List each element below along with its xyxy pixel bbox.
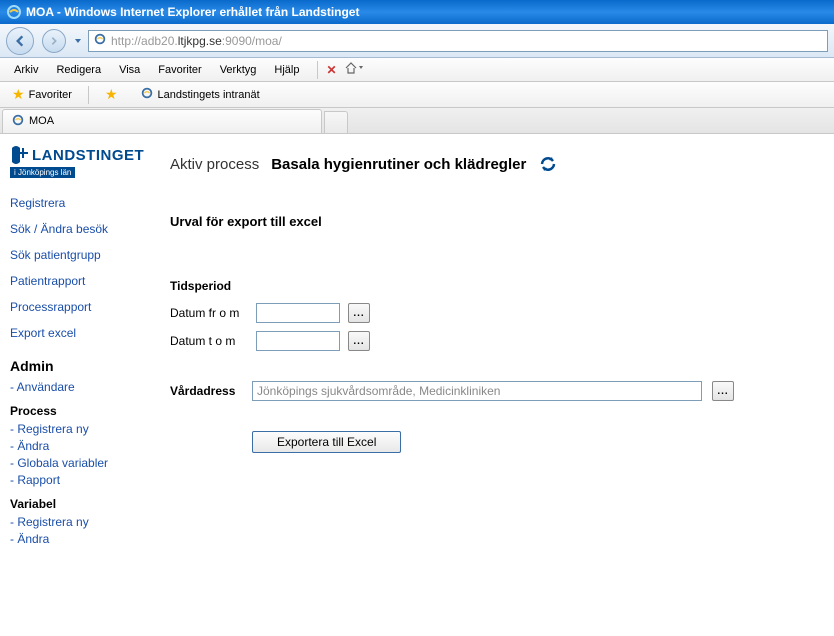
menu-arkiv[interactable]: Arkiv: [6, 61, 46, 79]
menu-hjalp[interactable]: Hjälp: [266, 61, 307, 79]
datum-from-picker[interactable]: ...: [348, 303, 370, 323]
sidebar-process-andra[interactable]: - Ändra: [10, 439, 150, 453]
tab-moa[interactable]: MOA: [2, 109, 322, 133]
ie-page-icon: [140, 86, 154, 103]
variabel-section-title: Variabel: [10, 497, 150, 511]
ie-page-icon: [11, 113, 25, 130]
vardadress-input[interactable]: [252, 381, 702, 401]
sidebar-registrera[interactable]: Registrera: [10, 196, 150, 210]
datum-tom-picker[interactable]: ...: [348, 331, 370, 351]
logo-subtext: i Jönköpings län: [10, 167, 75, 178]
close-toolbar-icon[interactable]: ✕: [326, 63, 336, 77]
process-name: Basala hygienrutiner och klädregler: [271, 156, 526, 173]
favorites-bar: ★ Favoriter ★ Landstingets intranät: [0, 82, 834, 108]
refresh-icon[interactable]: [538, 154, 558, 174]
section-heading: Urval för export till excel: [170, 214, 824, 229]
sidebar-process-registrera[interactable]: - Registrera ny: [10, 422, 150, 436]
menu-visa[interactable]: Visa: [111, 61, 148, 79]
main-area: Aktiv process Basala hygienrutiner och k…: [170, 144, 824, 549]
address-text: http://adb20.ltjkpg.se:9090/moa/: [111, 34, 823, 48]
sidebar-export[interactable]: Export excel: [10, 326, 150, 340]
page-content: LANDSTINGET i Jönköpings län Registrera …: [0, 134, 834, 579]
sidebar-anvandare[interactable]: - Användare: [10, 380, 150, 394]
new-tab-button[interactable]: [324, 111, 348, 133]
menu-redigera[interactable]: Redigera: [48, 61, 109, 79]
sidebar-process-globala[interactable]: - Globala variabler: [10, 456, 150, 470]
separator: [88, 86, 89, 104]
sidebar-variabel-registrera[interactable]: - Registrera ny: [10, 515, 150, 529]
vardadress-picker[interactable]: ...: [712, 381, 734, 401]
back-button[interactable]: [6, 27, 34, 55]
star-add-icon: ★: [105, 86, 118, 103]
intranet-link[interactable]: Landstingets intranät: [134, 84, 266, 105]
favorites-label: Favoriter: [29, 89, 72, 101]
export-button[interactable]: Exportera till Excel: [252, 431, 401, 453]
logo: LANDSTINGET i Jönköpings län: [10, 144, 150, 178]
ie-page-icon: [93, 32, 107, 49]
sidebar-sok-patient[interactable]: Sök patientgrupp: [10, 248, 150, 262]
nav-dropdown-icon[interactable]: [74, 37, 82, 45]
favorites-button[interactable]: ★ Favoriter: [6, 84, 78, 105]
navbar: http://adb20.ltjkpg.se:9090/moa/: [0, 24, 834, 58]
sidebar-variabel-andra[interactable]: - Ändra: [10, 532, 150, 546]
tab-bar: MOA: [0, 108, 834, 134]
datum-from-input[interactable]: [256, 303, 340, 323]
sidebar-process-rapport[interactable]: - Rapport: [10, 473, 150, 487]
process-section-title: Process: [10, 404, 150, 418]
logo-text: LANDSTINGET: [32, 147, 144, 164]
admin-section-title: Admin: [10, 358, 150, 374]
add-favorite-button[interactable]: ★: [99, 84, 124, 105]
window-title: MOA - Windows Internet Explorer erhållet…: [26, 5, 359, 19]
ie-icon: [6, 4, 22, 20]
star-icon: ★: [12, 86, 25, 103]
logo-badge-icon: [10, 144, 30, 166]
tab-label: MOA: [29, 115, 54, 127]
menubar: Arkiv Redigera Visa Favoriter Verktyg Hj…: [0, 58, 834, 82]
datum-tom-input[interactable]: [256, 331, 340, 351]
process-line: Aktiv process Basala hygienrutiner och k…: [170, 154, 824, 174]
sidebar-processrapport[interactable]: Processrapport: [10, 300, 150, 314]
datum-from-label: Datum fr o m: [170, 306, 248, 320]
menu-favoriter[interactable]: Favoriter: [150, 61, 209, 79]
address-bar[interactable]: http://adb20.ltjkpg.se:9090/moa/: [88, 30, 828, 52]
sidebar-sok-andra[interactable]: Sök / Ändra besök: [10, 222, 150, 236]
menu-verktyg[interactable]: Verktyg: [212, 61, 265, 79]
sidebar-patientrapport[interactable]: Patientrapport: [10, 274, 150, 288]
tidsperiod-label: Tidsperiod: [170, 279, 824, 293]
intranet-label: Landstingets intranät: [158, 89, 260, 101]
sidebar: LANDSTINGET i Jönköpings län Registrera …: [10, 144, 150, 549]
home-dropdown-icon[interactable]: [343, 60, 365, 79]
datum-tom-label: Datum t o m: [170, 334, 248, 348]
forward-button[interactable]: [42, 29, 66, 53]
window-titlebar: MOA - Windows Internet Explorer erhållet…: [0, 0, 834, 24]
vardadress-label: Vårdadress: [170, 384, 242, 398]
aktiv-process-label: Aktiv process: [170, 156, 259, 173]
